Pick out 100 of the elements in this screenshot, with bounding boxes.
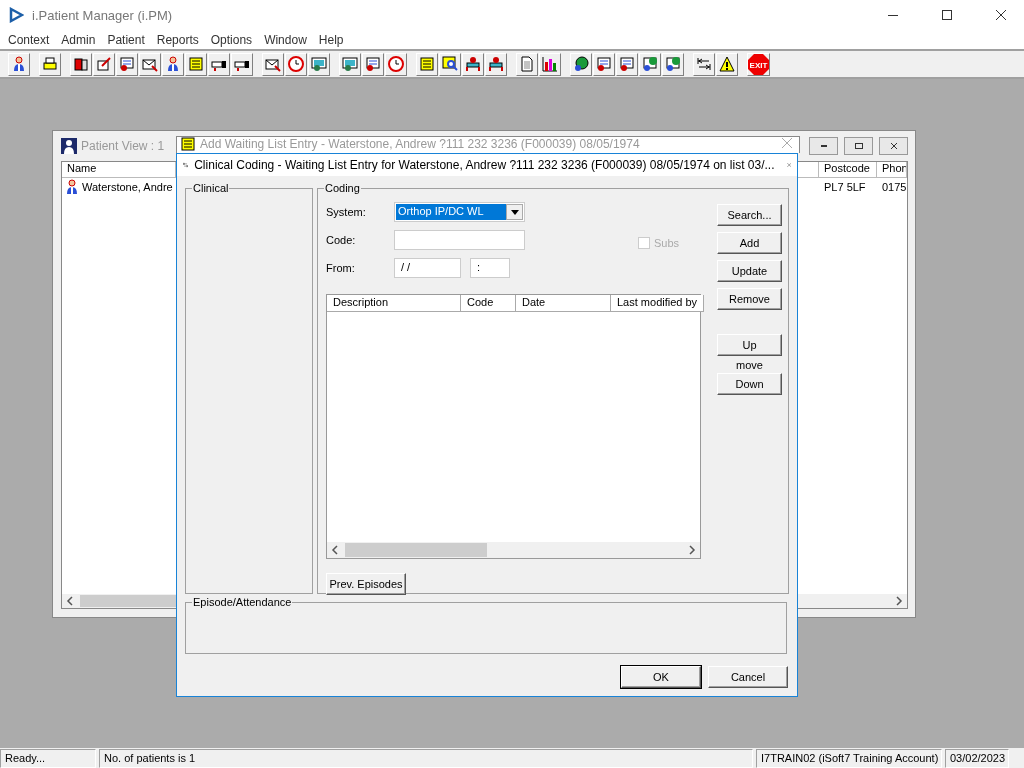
menu-item[interactable]: Window (258, 32, 313, 47)
system-dropdown[interactable]: Orthop IP/DC WL (394, 202, 525, 222)
book-icon (73, 56, 89, 72)
card-icon (596, 56, 612, 72)
exit-button[interactable]: EXIT (747, 52, 770, 76)
card-icon (642, 56, 658, 72)
table-cell-text: 0175 (881, 180, 908, 193)
toolbar-button[interactable] (439, 52, 461, 76)
pen-icon (96, 56, 112, 72)
status-text: I7TRAIN02 (iSoft7 Training Account) (756, 749, 942, 768)
toolbar-button[interactable] (39, 52, 61, 76)
status-text: No. of patients is 1 (99, 749, 753, 768)
person-icon (165, 56, 181, 72)
code-field[interactable] (394, 230, 525, 250)
toolbar-button[interactable] (8, 52, 30, 76)
card-icon (619, 56, 635, 72)
toolbar-button[interactable] (693, 52, 715, 76)
minimize-icon (820, 145, 827, 147)
field-label: Code: (326, 234, 357, 246)
warning-icon (719, 56, 735, 72)
time-field[interactable]: : (470, 258, 510, 278)
toolbar-button[interactable] (462, 52, 484, 76)
bed-icon (488, 56, 504, 72)
clock-icon (288, 56, 304, 72)
notepad-icon (419, 56, 435, 72)
bar-chart-icon (542, 56, 558, 72)
checkbox-label: Subs (654, 237, 680, 249)
dialog-button[interactable]: Cancel (708, 666, 788, 688)
field-label: System: (326, 206, 367, 218)
toolbar-button[interactable] (139, 52, 161, 76)
status-text: 03/02/2023 (945, 749, 1009, 768)
side-button[interactable]: Remove (717, 288, 782, 310)
horizontal-scrollbar[interactable] (327, 542, 700, 558)
side-button[interactable]: Add (717, 232, 782, 254)
group-label: Coding (325, 182, 360, 194)
prev-episodes-button[interactable]: Prev. Episodes (326, 573, 406, 595)
restore-icon (854, 143, 863, 149)
toolbar-button[interactable] (662, 52, 684, 76)
toolbar-button[interactable] (162, 52, 184, 76)
window-title: i.Patient Manager (i.PM) (32, 7, 173, 23)
toolbar-button[interactable] (639, 52, 661, 76)
side-button[interactable]: Update (717, 260, 782, 282)
toolbar-button[interactable] (716, 52, 738, 76)
up-button[interactable]: Up (717, 334, 782, 356)
toolbar-button[interactable] (70, 52, 92, 76)
toolbar-button[interactable] (485, 52, 507, 76)
envelope-icon (142, 56, 158, 72)
close-button[interactable] (879, 137, 908, 155)
app-logo-icon (8, 7, 24, 23)
field-label: From: (326, 262, 356, 274)
window-title: Patient View : 1 (81, 139, 165, 153)
column-header[interactable]: Name (62, 162, 176, 178)
column-header[interactable]: Description (327, 295, 461, 312)
move-label: move (735, 359, 764, 371)
toolbar-button[interactable] (208, 52, 230, 76)
magnifier-icon (442, 56, 458, 72)
group-label: Episode/Attendance (193, 596, 292, 608)
toolbar-button[interactable] (570, 52, 592, 76)
date-field[interactable]: / / (394, 258, 461, 278)
card-icon (665, 56, 681, 72)
menu-item[interactable]: Context (2, 32, 56, 47)
dialog-button[interactable]: OK (621, 666, 701, 688)
bed-icon (465, 56, 481, 72)
globe-icon (573, 56, 589, 72)
menu-item[interactable]: Options (204, 32, 259, 47)
close-icon (781, 137, 793, 149)
close-icon (995, 9, 1007, 21)
group-label: Clinical (193, 182, 229, 194)
monitor-icon (342, 56, 358, 72)
menu-item[interactable]: Help (312, 32, 350, 47)
column-header[interactable]: Postcode (819, 162, 877, 178)
coding-list[interactable]: Description Code Date Last modified by (326, 294, 701, 559)
document-icon (519, 56, 535, 72)
menu-item[interactable]: Admin (55, 32, 102, 47)
column-header[interactable]: Last modified by (611, 295, 705, 312)
window-title: Add Waiting List Entry - Waterstone, Andrew ?111 232 3236 (F000039) 08/05/1974 (200, 137, 640, 152)
clock-icon (388, 56, 404, 72)
person-icon (11, 56, 27, 72)
minimize-icon (888, 14, 898, 16)
toolbar-button[interactable] (262, 52, 284, 76)
card-icon (365, 56, 381, 72)
down-button[interactable]: Down (717, 373, 782, 395)
side-button[interactable]: Search... (717, 204, 782, 226)
restore-button[interactable] (844, 137, 873, 155)
close-icon (888, 141, 899, 151)
column-header[interactable]: Code (461, 295, 516, 312)
printer-icon (42, 56, 58, 72)
toolbar-button[interactable] (231, 52, 253, 76)
minimize-button[interactable] (809, 137, 838, 155)
notepad-icon (188, 56, 204, 72)
person-icon (64, 178, 80, 195)
maximize-icon (941, 9, 953, 21)
envelope-icon (265, 56, 281, 72)
table-cell-text: PL7 5LF (823, 180, 867, 193)
menu-item[interactable]: Patient (101, 32, 151, 47)
dialog-title: Clinical Coding - Waiting List Entry for Waterstone, Andrew ?111 232 3236 (F000039) 08/05/1974 on list 03/... (194, 158, 775, 172)
monitor-icon (311, 56, 327, 72)
menu-item[interactable]: Reports (150, 32, 205, 47)
notepad-icon (181, 137, 195, 151)
column-header[interactable]: Date (516, 295, 611, 312)
